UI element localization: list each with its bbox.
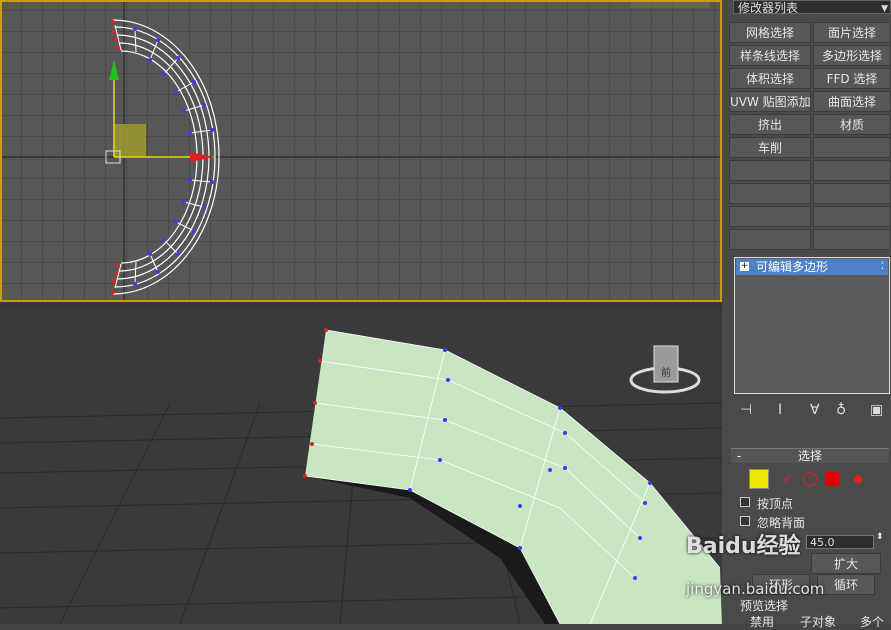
spinner-arrows-icon[interactable]: ⬍ [876,532,884,542]
remove-modifier-icon[interactable]: ♁ [836,402,846,418]
expand-icon[interactable]: + [740,262,749,271]
watermark-brand: Baidu经验 [686,534,801,559]
stack-item-label: 可编辑多边形 [756,260,829,274]
modifier-button[interactable] [813,183,891,204]
stack-toolbar: ⊣ Ⅰ ∀ ♁ ▣ [734,402,890,420]
angle-spinner[interactable]: 45.0 [806,535,874,549]
preview-disabled-radio[interactable]: 禁用 [750,613,774,630]
modifier-button[interactable]: UVW 贴图添加 [729,91,811,112]
grow-button[interactable]: 扩大 [811,553,881,574]
selection-rollout-header[interactable]: - 选择 [731,448,889,463]
light-icon: ⁚ [880,261,884,272]
modifier-list-dropdown[interactable]: 修改器列表 ▼ [733,0,891,15]
vertex-mode-icon[interactable] [749,469,769,489]
selection-rollout-title: 选择 [797,449,822,463]
perspective-viewport[interactable]: 前 [0,308,722,624]
modifier-button[interactable]: 网格选择 [729,22,811,43]
top-viewport[interactable] [0,0,722,302]
loop-button[interactable]: 循环 [817,574,875,595]
stack-item-editable-poly[interactable]: + 可编辑多边形 ⁚ [736,259,888,275]
modifier-button[interactable]: 多边形选择 [813,45,891,66]
modifier-button[interactable]: 样条线选择 [729,45,811,66]
preview-multi-radio[interactable]: 多个 [860,613,884,630]
modifier-button[interactable] [729,206,811,227]
active-viewport-border [0,0,722,302]
preview-subobject-radio[interactable]: 子对象 [800,613,836,630]
polygon-mode-icon[interactable] [825,472,839,486]
modifier-button[interactable]: 体积选择 [729,68,811,89]
chevron-down-icon: ▼ [881,4,888,14]
modifier-button[interactable] [813,160,891,181]
modifier-button[interactable] [729,160,811,181]
modifier-button[interactable]: 面片选择 [813,22,891,43]
modifier-button[interactable]: 车削 [729,137,811,158]
modifier-stack[interactable]: + 可编辑多边形 ⁚ [734,257,890,394]
ignore-backfacing-checkbox[interactable] [740,516,750,526]
border-mode-icon[interactable]: ◯ [800,469,820,489]
show-end-result-icon[interactable]: Ⅰ [778,402,782,418]
pin-stack-icon[interactable]: ⊣ [740,402,752,418]
modifier-button[interactable]: 材质 [813,114,891,135]
viewcube-front-label[interactable]: 前 [661,366,671,379]
configure-sets-icon[interactable]: ▣ [870,402,883,418]
edge-mode-icon[interactable]: ✓ [778,469,798,489]
modifier-button[interactable] [729,183,811,204]
modifier-button[interactable] [813,137,891,158]
modifier-button[interactable]: 挤出 [729,114,811,135]
modifier-button[interactable] [813,206,891,227]
modifier-button[interactable]: 曲面选择 [813,91,891,112]
element-mode-icon[interactable]: ◆ [848,469,868,489]
modifier-button[interactable]: FFD 选择 [813,68,891,89]
collapse-icon: - [737,449,742,463]
make-unique-icon[interactable]: ∀ [810,402,820,418]
watermark-url: jingyan.baidu.com [686,580,825,598]
modifier-list-label: 修改器列表 [738,1,799,15]
perspective-geometry[interactable]: 前 [0,308,722,624]
modifier-button[interactable] [813,229,891,250]
preview-selection-label: 预览选择 [740,599,789,613]
by-vertex-checkbox[interactable] [740,497,750,507]
by-vertex-label: 按顶点 [757,497,794,511]
modifier-button[interactable] [729,229,811,250]
